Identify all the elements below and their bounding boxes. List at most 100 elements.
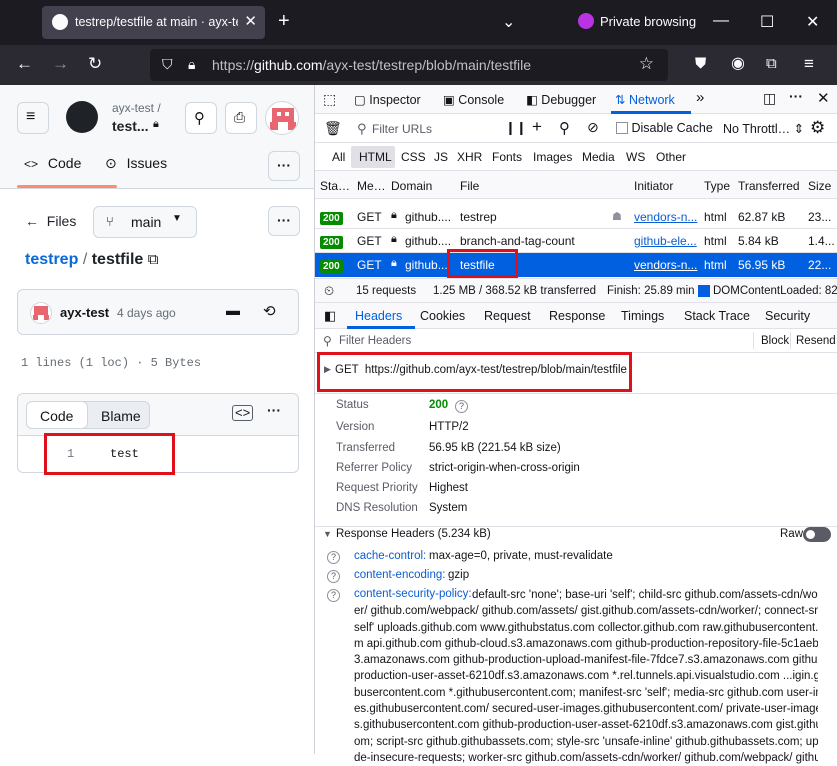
active-tab[interactable]: testrep/testfile at main · ayx-test ✕ bbox=[42, 6, 265, 39]
new-tab-icon[interactable]: + bbox=[278, 10, 290, 33]
detail-tab-headers[interactable]: Headers bbox=[355, 309, 402, 323]
back-icon[interactable]: ← bbox=[16, 55, 33, 73]
extensions-icon[interactable]: ⧉ bbox=[766, 55, 777, 73]
settings-gear-icon[interactable]: ⚙ bbox=[810, 118, 825, 138]
account-icon[interactable]: ◉ bbox=[731, 55, 745, 73]
github-logo-icon[interactable] bbox=[66, 101, 98, 133]
close-window-icon[interactable]: ✕ bbox=[806, 12, 819, 32]
collapse-arrow-icon[interactable]: ▼ bbox=[323, 529, 332, 539]
tool-network[interactable]: ⇅ Network bbox=[615, 92, 675, 107]
devtools-menu-icon[interactable]: ··· bbox=[789, 88, 803, 104]
copy-path-icon[interactable]: ⧉ bbox=[148, 251, 159, 268]
maximize-icon[interactable]: ☐ bbox=[760, 12, 774, 32]
file-more-button[interactable]: ··· bbox=[268, 206, 300, 236]
inbox-button[interactable]: ⎙ bbox=[225, 102, 257, 134]
pocket-icon[interactable]: ⛊ bbox=[695, 55, 706, 73]
list-all-tabs-icon[interactable]: ⌄ bbox=[502, 12, 515, 32]
detail-tab-request[interactable]: Request bbox=[484, 309, 531, 323]
detail-tab-response[interactable]: Response bbox=[549, 309, 605, 323]
throttling-select[interactable]: No Throttl… ⇕ bbox=[723, 121, 804, 136]
repo-owner[interactable]: ayx-test / bbox=[112, 101, 161, 115]
more-options-button[interactable]: ··· bbox=[268, 151, 300, 181]
help-icon[interactable]: ? bbox=[327, 551, 340, 564]
toggle-sidebar-icon[interactable]: ◧ bbox=[324, 308, 336, 324]
pause-icon[interactable]: ❙❙ bbox=[505, 120, 527, 136]
file-options-icon[interactable]: ··· bbox=[267, 402, 281, 418]
tool-console[interactable]: ▣ Console bbox=[443, 92, 504, 107]
col-initiator[interactable]: Initiator bbox=[634, 179, 673, 193]
table-row[interactable]: 200 GET 🔒︎ github.... testrep ☗ vendors-… bbox=[315, 205, 837, 229]
type-media[interactable]: Media bbox=[582, 150, 615, 164]
disable-cache-toggle[interactable]: Disable Cache bbox=[616, 121, 713, 135]
detail-tab-timings[interactable]: Timings bbox=[621, 309, 664, 323]
tool-debugger[interactable]: ◧ Debugger bbox=[526, 92, 596, 107]
breadcrumb-repo-link[interactable]: testrep bbox=[25, 251, 78, 268]
help-icon[interactable]: ? bbox=[327, 570, 340, 583]
clear-requests-icon[interactable]: 🗑︎ bbox=[324, 120, 342, 137]
forward-icon[interactable]: → bbox=[52, 55, 69, 73]
type-images[interactable]: Images bbox=[533, 150, 572, 164]
col-method[interactable]: Me… bbox=[357, 179, 386, 193]
commit-author[interactable]: ayx-test bbox=[60, 305, 109, 320]
add-filter-icon[interactable]: + bbox=[532, 117, 542, 137]
url-text[interactable]: https://github.com/ayx-test/testrep/blob… bbox=[212, 57, 531, 73]
type-html[interactable]: HTML bbox=[359, 150, 392, 164]
request-line[interactable]: GET https://github.com/ayx-test/testrep/… bbox=[335, 364, 627, 376]
site-shield-icon[interactable]: ⛉ bbox=[162, 56, 173, 73]
expand-arrow-icon[interactable]: ▶ bbox=[324, 364, 331, 375]
filter-headers-input[interactable]: Filter Headers bbox=[339, 335, 411, 347]
help-icon[interactable]: ? bbox=[327, 589, 340, 602]
lock-icon[interactable]: 🔒︎ bbox=[188, 56, 195, 73]
reload-icon[interactable]: ↻ bbox=[88, 55, 102, 73]
filter-urls-input[interactable]: Filter URLs bbox=[372, 122, 432, 136]
row-initiator[interactable]: vendors-n... bbox=[634, 210, 697, 224]
help-icon[interactable]: ? bbox=[455, 400, 468, 413]
history-icon[interactable]: ⟲ bbox=[263, 302, 276, 320]
table-row-selected[interactable]: 200 GET 🔒︎ github.... testfile vendors-n… bbox=[315, 253, 837, 277]
col-size[interactable]: Size bbox=[808, 179, 831, 193]
element-picker-icon[interactable]: ⬚ bbox=[323, 91, 336, 108]
tab-issues[interactable]: ⊙ Issues bbox=[105, 155, 167, 172]
line-number[interactable]: 1 bbox=[67, 447, 74, 461]
block-icon[interactable]: ⊘ bbox=[587, 119, 599, 136]
detail-tab-security[interactable]: Security bbox=[765, 309, 810, 323]
col-transferred[interactable]: Transferred bbox=[738, 179, 800, 193]
detail-tab-cookies[interactable]: Cookies bbox=[420, 309, 465, 323]
resend-button[interactable]: Resend bbox=[796, 335, 836, 347]
performance-icon[interactable]: ⏲ bbox=[324, 283, 334, 299]
search-icon[interactable]: ⚲ bbox=[559, 119, 570, 137]
tab-code[interactable]: <> Code bbox=[24, 155, 81, 171]
type-css[interactable]: CSS bbox=[401, 150, 426, 164]
row-initiator[interactable]: vendors-n... bbox=[634, 258, 697, 272]
response-headers-title[interactable]: Response Headers (5.234 kB) bbox=[336, 528, 491, 540]
close-tab-icon[interactable]: ✕ bbox=[244, 12, 257, 30]
table-row[interactable]: 200 GET 🔒︎ github.... branch-and-tag-cou… bbox=[315, 229, 837, 253]
type-ws[interactable]: WS bbox=[626, 150, 645, 164]
row-initiator[interactable]: github-ele... bbox=[634, 234, 697, 248]
code-view-button[interactable]: Code bbox=[26, 401, 88, 429]
app-menu-icon[interactable]: ≡ bbox=[804, 55, 814, 73]
dock-options-icon[interactable]: ◫ bbox=[763, 90, 776, 107]
search-button[interactable]: ⚲ bbox=[185, 102, 217, 134]
col-file[interactable]: File bbox=[460, 179, 479, 193]
detail-tab-stack-trace[interactable]: Stack Trace bbox=[684, 309, 750, 323]
bookmark-star-icon[interactable]: ☆ bbox=[639, 54, 654, 74]
col-domain[interactable]: Domain bbox=[391, 179, 432, 193]
branch-selector[interactable]: ⑂ main ▼ bbox=[93, 206, 197, 238]
raw-toggle[interactable] bbox=[803, 527, 831, 542]
tool-inspector[interactable]: ▢ Inspector bbox=[354, 92, 421, 107]
type-xhr[interactable]: XHR bbox=[457, 150, 482, 164]
col-status[interactable]: Sta… bbox=[320, 179, 350, 193]
address-bar[interactable]: ⛉ 🔒︎ https://github.com/ayx-test/testrep… bbox=[150, 49, 668, 81]
col-type[interactable]: Type bbox=[704, 179, 730, 193]
type-other[interactable]: Other bbox=[656, 150, 686, 164]
type-fonts[interactable]: Fonts bbox=[492, 150, 522, 164]
author-avatar[interactable] bbox=[30, 302, 52, 324]
disable-cache-checkbox[interactable] bbox=[616, 122, 628, 134]
files-toggle[interactable]: ← Files bbox=[25, 213, 76, 229]
commit-message-toggle-icon[interactable]: ▬ bbox=[226, 302, 240, 318]
minimize-icon[interactable]: — bbox=[713, 12, 729, 30]
more-tools-icon[interactable]: » bbox=[696, 89, 704, 106]
type-all[interactable]: All bbox=[332, 150, 345, 164]
close-devtools-icon[interactable]: ✕ bbox=[817, 89, 830, 107]
